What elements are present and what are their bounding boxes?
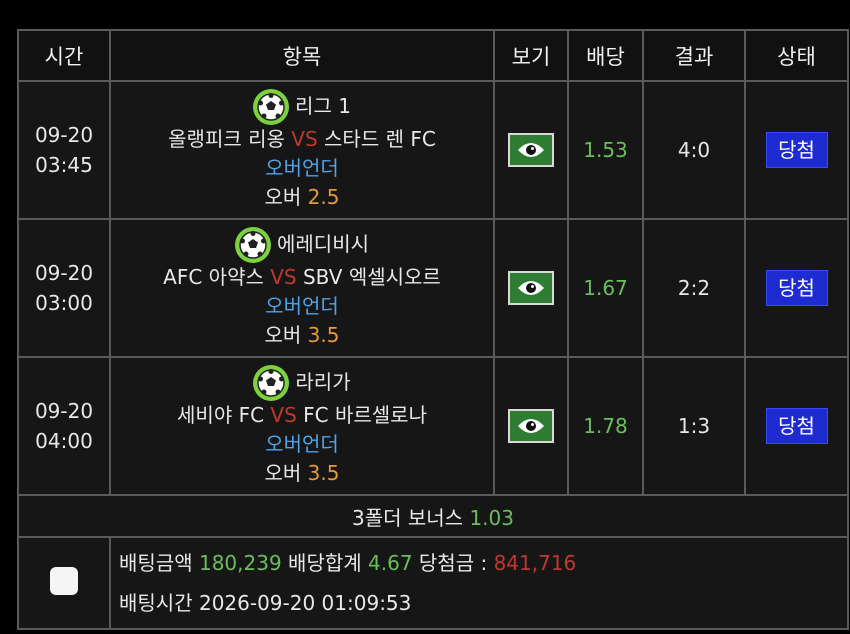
match-item: 라리가 세비야 FC VS FC 바르셀로나 오버언더 오버 3.5 <box>109 356 495 496</box>
header-time: 시간 <box>17 29 111 82</box>
soccer-ball-icon <box>253 364 290 401</box>
payout-label: 당첨금 : <box>418 551 488 575</box>
table-header: 시간 항목 보기 배당 결과 상태 <box>17 29 849 82</box>
odds-value: 1.53 <box>567 80 644 220</box>
line-value: 3.5 <box>307 460 340 485</box>
away-team: FC 바르셀로나 <box>303 402 427 427</box>
league-name: 에레디비시 <box>277 232 369 256</box>
status-badge: 당첨 <box>765 132 828 168</box>
status-cell: 당첨 <box>744 218 849 358</box>
match-score: 4:0 <box>642 80 746 220</box>
bonus-row: 3폴더 보너스 1.03 <box>17 494 849 538</box>
market-type: 오버언더 <box>265 431 339 456</box>
bet-slip: 시간 항목 보기 배당 결과 상태 09-20 03:45 리그 1 올랭피크 … <box>17 29 849 630</box>
bonus-value: 1.03 <box>469 505 514 530</box>
home-team: 올랭피크 리옹 <box>168 126 285 151</box>
match-clock: 03:45 <box>35 153 93 177</box>
header-item: 항목 <box>109 29 495 82</box>
checkbox-cell <box>17 536 111 630</box>
view-button[interactable] <box>508 271 554 305</box>
match-row: 09-20 03:45 리그 1 올랭피크 리옹 VS 스타드 렌 FC 오버언… <box>17 80 849 220</box>
summary-time: 배팅시간 2026-09-20 01:09:53 <box>119 583 847 623</box>
bonus-cell: 3폴더 보너스 1.03 <box>17 494 849 538</box>
bet-amount: 180,239 <box>198 551 282 575</box>
eye-icon <box>518 419 544 433</box>
home-team: AFC 아약스 <box>163 264 264 289</box>
bet-time-label: 배팅시간 <box>119 591 193 615</box>
summary-cell: 배팅금액 180,239 배당합계 4.67 당첨금 : 841,716 배팅시… <box>109 536 849 630</box>
view-cell <box>493 218 569 358</box>
market-type: 오버언더 <box>265 293 339 318</box>
match-row: 09-20 03:00 에레디비시 AFC 아약스 VS SBV 엑셀시오르 오… <box>17 218 849 358</box>
match-score: 1:3 <box>642 356 746 496</box>
pick: 오버 <box>264 322 302 347</box>
vs-label: VS <box>270 264 297 289</box>
match-item: 리그 1 올랭피크 리옹 VS 스타드 렌 FC 오버언더 오버 2.5 <box>109 80 495 220</box>
match-item: 에레디비시 AFC 아약스 VS SBV 엑셀시오르 오버언더 오버 3.5 <box>109 218 495 358</box>
soccer-ball-icon <box>253 88 290 125</box>
match-score: 2:2 <box>642 218 746 358</box>
vs-label: VS <box>270 402 297 427</box>
market-type: 오버언더 <box>265 155 339 180</box>
odds-value: 1.67 <box>567 218 644 358</box>
pick-line: 오버 3.5 <box>111 321 493 350</box>
view-button[interactable] <box>508 409 554 443</box>
summary-row: 배팅금액 180,239 배당합계 4.67 당첨금 : 841,716 배팅시… <box>17 536 849 630</box>
pick-line: 오버 3.5 <box>111 459 493 488</box>
bonus-label: 3폴더 보너스 <box>352 505 464 530</box>
vs-label: VS <box>291 126 318 151</box>
match-date: 09-20 <box>34 399 94 423</box>
pick: 오버 <box>264 184 302 209</box>
teams: 올랭피크 리옹 VS 스타드 렌 FC <box>111 125 493 154</box>
header-view: 보기 <box>493 29 569 82</box>
total-odds: 4.67 <box>368 551 413 575</box>
status-badge: 당첨 <box>765 270 828 306</box>
header-odds: 배당 <box>567 29 644 82</box>
match-date: 09-20 <box>34 123 94 147</box>
status-cell: 당첨 <box>744 356 849 496</box>
payout-amount: 841,716 <box>493 551 577 575</box>
header-status: 상태 <box>744 29 849 82</box>
away-team: 스타드 렌 FC <box>324 126 436 151</box>
status-badge: 당첨 <box>765 408 828 444</box>
view-button[interactable] <box>508 133 554 167</box>
soccer-ball-icon <box>235 226 271 263</box>
bet-amount-label: 배팅금액 <box>119 551 193 575</box>
status-cell: 당첨 <box>744 80 849 220</box>
view-cell <box>493 356 569 496</box>
pick: 오버 <box>264 460 302 485</box>
odds-value: 1.78 <box>567 356 644 496</box>
view-cell <box>493 80 569 220</box>
eye-icon <box>518 281 544 295</box>
away-team: SBV 엑셀시오르 <box>302 264 441 289</box>
bet-time: 2026-09-20 01:09:53 <box>198 591 412 615</box>
match-date: 09-20 <box>34 261 94 285</box>
match-time: 09-20 03:45 <box>17 80 111 220</box>
bet-table: 시간 항목 보기 배당 결과 상태 09-20 03:45 리그 1 올랭피크 … <box>17 29 849 630</box>
line-value: 3.5 <box>307 322 340 347</box>
match-time: 09-20 04:00 <box>17 356 111 496</box>
header-result: 결과 <box>642 29 746 82</box>
select-checkbox[interactable] <box>50 567 78 595</box>
teams: AFC 아약스 VS SBV 엑셀시오르 <box>111 263 493 292</box>
home-team: 세비야 FC <box>177 402 265 427</box>
match-clock: 03:00 <box>35 291 93 315</box>
teams: 세비야 FC VS FC 바르셀로나 <box>111 401 493 430</box>
pick-line: 오버 2.5 <box>111 183 493 212</box>
league-name: 리그 1 <box>295 94 351 118</box>
match-row: 09-20 04:00 라리가 세비야 FC VS FC 바르셀로나 오버언더 <box>17 356 849 496</box>
line-value: 2.5 <box>307 184 340 209</box>
match-time: 09-20 03:00 <box>17 218 111 358</box>
total-odds-label: 배당합계 <box>288 551 362 575</box>
league-name: 라리가 <box>295 370 351 394</box>
eye-icon <box>518 143 544 157</box>
match-clock: 04:00 <box>35 429 93 453</box>
summary-amounts: 배팅금액 180,239 배당합계 4.67 당첨금 : 841,716 <box>119 543 847 583</box>
